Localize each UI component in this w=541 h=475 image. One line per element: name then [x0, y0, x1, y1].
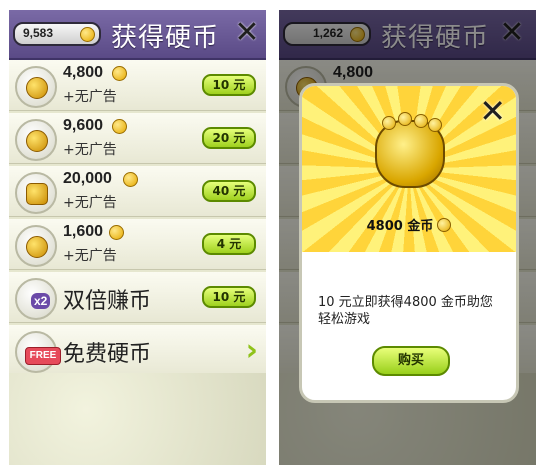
background-pattern: [9, 373, 266, 465]
close-icon[interactable]: ✕: [479, 92, 506, 130]
no-ads-label: +无广告: [63, 142, 117, 158]
price-button[interactable]: 10 元: [202, 286, 256, 308]
list-item[interactable]: 9,600 +无广告 20 元: [9, 113, 266, 164]
no-ads-label: +无广告: [63, 89, 117, 105]
dialog-banner: ✕ 4800 金币: [302, 86, 516, 252]
no-ads-label: +无广告: [63, 195, 117, 211]
coin-icon: [428, 118, 442, 132]
coin-amount: 9,600: [63, 117, 104, 134]
coin-balance: 9,583: [13, 22, 101, 46]
list-item[interactable]: 4,800 +无广告 10 元: [9, 60, 266, 111]
coin-stack-icon: [15, 225, 57, 267]
shop-header: 9,583 获得硬币 ✕: [9, 10, 266, 60]
treasure-chest-icon: [15, 172, 57, 214]
double-badge-icon: x2: [15, 278, 57, 320]
shop-screen: 9,583 获得硬币 ✕ 4,800 +无广告 10 元 9,600 +无广告 …: [9, 10, 266, 465]
price-button[interactable]: 4 元: [202, 233, 256, 255]
page-title: 获得硬币: [111, 23, 220, 53]
purchase-dialog: ✕ 4800 金币 10 元立即获得4800 金币助您轻松游戏 购买: [299, 83, 519, 403]
price-button[interactable]: 10 元: [202, 74, 256, 96]
dialog-description: 10 元立即获得4800 金币助您轻松游戏: [318, 295, 493, 327]
coin-icon: [414, 114, 428, 128]
list-item[interactable]: 1,600 +无广告 4 元: [9, 219, 266, 270]
coin-icon: [109, 225, 124, 240]
coin-amount: 1,600: [63, 223, 104, 240]
free-coins-label: 免费硬币: [63, 342, 152, 367]
coin-icon: [123, 172, 138, 187]
coin-icon: [112, 66, 127, 81]
no-ads-label: +无广告: [63, 248, 117, 264]
dialog-amount: 4800 金币: [302, 215, 516, 234]
dialog-amount-text: 4800 金币: [366, 219, 434, 234]
coin-balance-value: 9,583: [23, 26, 54, 40]
list-item[interactable]: x2 双倍赚币 10 元: [9, 272, 266, 323]
coin-amount: 20,000: [63, 170, 112, 187]
buy-button[interactable]: 购买: [372, 346, 450, 376]
coin-amount: 4,800: [63, 64, 104, 81]
coin-icon: [80, 27, 95, 42]
coin-icon: [437, 218, 452, 232]
coin-icon: [382, 116, 396, 130]
coin-icon: [398, 112, 412, 126]
coin-icon: [112, 119, 127, 134]
list-item[interactable]: FREE 免费硬币 ›: [9, 325, 266, 376]
price-button[interactable]: 40 元: [202, 180, 256, 202]
list-item[interactable]: 20,000 +无广告 40 元: [9, 166, 266, 217]
shop-screen-with-popup: 1,262 获得硬币 ✕ 4,800 ✕ 4800 金币 10 元立即获得480…: [279, 10, 536, 465]
double-coins-label: 双倍赚币: [63, 289, 152, 314]
chevron-right-icon[interactable]: ›: [246, 333, 258, 368]
close-icon[interactable]: ✕: [233, 18, 261, 48]
coin-bag-icon: [15, 66, 57, 108]
free-badge-icon: FREE: [15, 331, 61, 373]
price-button[interactable]: 20 元: [202, 127, 256, 149]
coin-bag-icon: [15, 119, 57, 161]
